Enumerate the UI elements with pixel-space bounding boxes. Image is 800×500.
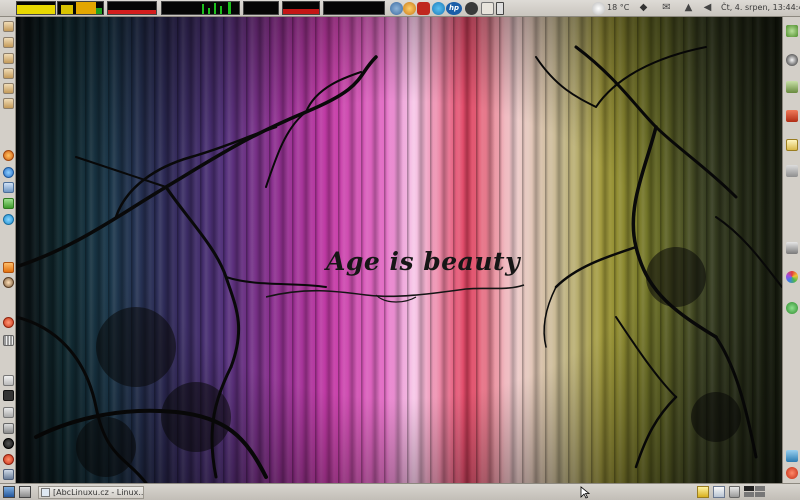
- hp-toolbox-icon[interactable]: hp: [446, 2, 462, 15]
- taskbar-button-abclinuxu[interactable]: [AbcLinuxu.cz - Linux...: [38, 486, 144, 499]
- memory-monitor-icon[interactable]: [107, 1, 157, 15]
- gimp-icon[interactable]: [786, 81, 798, 93]
- firefox-launcher-icon[interactable]: [3, 150, 14, 161]
- music-icon[interactable]: [3, 68, 14, 79]
- eraser-icon[interactable]: [786, 110, 798, 122]
- wallpaper-tagline: Age is beauty: [326, 247, 521, 276]
- cpu-monitor-icon[interactable]: [57, 1, 104, 15]
- desktop-wallpaper[interactable]: Age is beauty: [16, 17, 782, 483]
- skype-icon[interactable]: [432, 2, 445, 15]
- workspace-1[interactable]: [744, 486, 754, 491]
- picasa-icon[interactable]: [786, 271, 798, 283]
- system-monitor-icon[interactable]: [3, 469, 14, 480]
- browser-window-icon: [41, 488, 50, 497]
- mail-icon[interactable]: ✉: [660, 2, 673, 15]
- swap-monitor-icon[interactable]: [243, 1, 279, 15]
- webcam-icon[interactable]: [3, 438, 14, 449]
- printer-icon[interactable]: [3, 375, 14, 386]
- skype-launcher-icon[interactable]: [3, 214, 14, 225]
- disk-monitor-icon[interactable]: [323, 1, 385, 15]
- ubuntu-software-icon[interactable]: [3, 317, 14, 328]
- trash-bin-icon[interactable]: [729, 486, 740, 498]
- workspace-4[interactable]: [755, 492, 765, 497]
- volume-icon[interactable]: ◀: [701, 2, 714, 15]
- mouse-cursor-icon: [580, 486, 590, 499]
- user-icon[interactable]: [3, 277, 14, 288]
- pidgin-launcher-icon[interactable]: [3, 198, 14, 209]
- nautilus-launcher-icon[interactable]: [3, 182, 14, 193]
- video-icon[interactable]: [3, 98, 14, 109]
- panel-settings-icon[interactable]: [786, 165, 798, 177]
- panel-clock[interactable]: Čt, 4. srpen, 13:44:49: [721, 3, 800, 12]
- workspace-2[interactable]: [755, 486, 765, 491]
- filezilla-icon[interactable]: [417, 2, 430, 15]
- firefox-icon[interactable]: [403, 2, 416, 15]
- network-icon[interactable]: ▲: [682, 2, 695, 15]
- camera-icon[interactable]: [786, 242, 798, 254]
- dropbox-icon[interactable]: ◆: [637, 2, 650, 15]
- bottom-panel: [AbcLinuxu.cz - Linux...: [0, 483, 800, 500]
- shutdown-icon[interactable]: [786, 467, 798, 479]
- notes-tray-icon[interactable]: [481, 2, 494, 15]
- pictures-icon[interactable]: [3, 83, 14, 94]
- top-panel: hp 18 °C ◆ ✉ ▲ ◀ Čt, 4. srpen, 13:44:49: [0, 0, 800, 17]
- chat-icon[interactable]: [786, 450, 798, 462]
- right-launcher-panel: [782, 17, 800, 483]
- workspace-3[interactable]: [744, 492, 754, 497]
- terminal-icon[interactable]: [3, 390, 14, 401]
- weather-icon[interactable]: [592, 2, 605, 15]
- left-launcher-panel: [0, 17, 16, 483]
- sheep-icon[interactable]: [786, 25, 798, 37]
- calculator-icon[interactable]: [3, 335, 14, 346]
- settings-icon[interactable]: [3, 454, 14, 465]
- file-manager-icon[interactable]: [713, 486, 725, 498]
- load-monitor-icon[interactable]: [282, 1, 320, 15]
- tagline-swash-ornament: [266, 284, 525, 303]
- show-desktop-icon[interactable]: [3, 486, 15, 498]
- weather-temperature[interactable]: 18 °C: [607, 3, 629, 12]
- tux-icon[interactable]: [786, 54, 798, 66]
- scanner-icon[interactable]: [3, 423, 14, 434]
- rss-reader-icon[interactable]: [3, 262, 14, 273]
- keyboard-icon[interactable]: [3, 407, 14, 418]
- chromium-launcher-icon[interactable]: [3, 167, 14, 178]
- folder-icon[interactable]: [3, 37, 14, 48]
- home-folder-icon[interactable]: [390, 2, 403, 15]
- dragonfly-icon[interactable]: [786, 302, 798, 314]
- home-icon[interactable]: [3, 21, 14, 32]
- workspace-switcher-icon[interactable]: [744, 486, 766, 498]
- clock-icon[interactable]: [465, 2, 478, 15]
- network-monitor-icon[interactable]: [161, 1, 240, 15]
- taskbar-button-label: [AbcLinuxu.cz - Linux...: [53, 488, 144, 497]
- battery-icon[interactable]: [496, 2, 504, 15]
- sticky-notes-icon[interactable]: [697, 486, 709, 498]
- notes-icon[interactable]: [786, 139, 798, 151]
- window-list-icon[interactable]: [19, 486, 31, 498]
- document-icon[interactable]: [3, 53, 14, 64]
- hdd-monitor-icon[interactable]: [16, 1, 56, 15]
